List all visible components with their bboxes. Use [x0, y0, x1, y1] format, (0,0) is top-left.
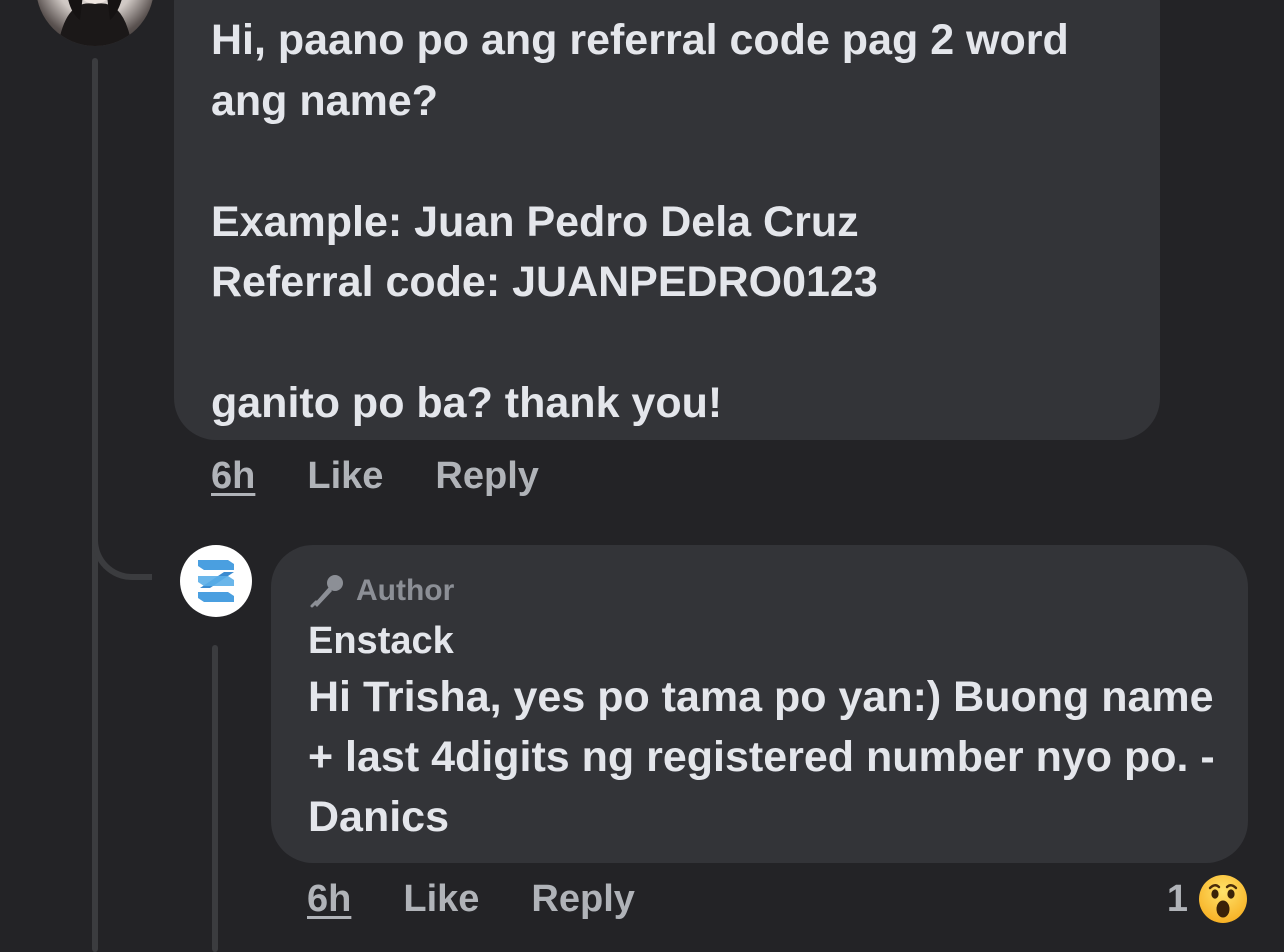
reply-actions: 6h Like Reply	[307, 878, 635, 921]
thread-line-reply	[212, 645, 218, 952]
enstack-logo-icon	[198, 560, 234, 602]
person-photo-icon	[58, 0, 132, 46]
like-button[interactable]: Like	[307, 455, 383, 498]
author-badge-label: Author	[356, 574, 455, 607]
commenter-avatar[interactable]	[36, 0, 154, 46]
reply-like-button[interactable]: Like	[403, 878, 479, 921]
comment-bubble: Hi, paano po ang referral code pag 2 wor…	[174, 0, 1160, 440]
thread-connector	[92, 508, 152, 580]
reply-button[interactable]: Reply	[435, 455, 538, 498]
author-badge: Author	[308, 569, 1218, 613]
reply-bubble: Author Enstack Hi Trisha, yes po tama po…	[271, 545, 1248, 863]
thread-line-main	[92, 58, 98, 952]
reaction-count: 1	[1166, 877, 1188, 920]
wow-emoji-icon	[1199, 875, 1247, 923]
reaction-summary[interactable]: 1	[1167, 874, 1248, 924]
reply-reply-button[interactable]: Reply	[531, 878, 634, 921]
author-avatar[interactable]	[180, 545, 252, 617]
comment-timestamp[interactable]: 6h	[211, 455, 255, 498]
comment-text: Hi, paano po ang referral code pag 2 wor…	[211, 16, 1069, 427]
reply-text: Hi Trisha, yes po tama po yan:) Buong na…	[308, 673, 1215, 841]
comment-actions: 6h Like Reply	[211, 455, 539, 498]
reply-author-name[interactable]: Enstack	[308, 619, 1218, 663]
microphone-icon	[310, 575, 343, 608]
reply-timestamp[interactable]: 6h	[307, 878, 351, 921]
